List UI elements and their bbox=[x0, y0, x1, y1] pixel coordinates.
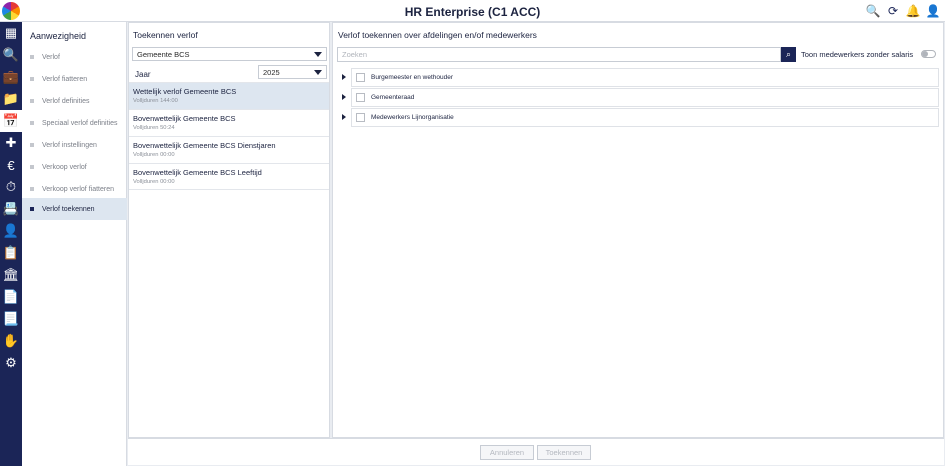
tree-checkbox[interactable] bbox=[356, 113, 365, 122]
list-item-subtitle: Volljduren 144:00 bbox=[133, 98, 178, 104]
nav-item-label: Verlof fiatteren bbox=[42, 75, 88, 83]
document-icon[interactable]: 📄 bbox=[0, 286, 22, 308]
tree-row-label: Medewerkers Lijnorganisatie bbox=[371, 114, 454, 121]
bullet-icon bbox=[30, 55, 34, 59]
document-list-icon[interactable]: 📃 bbox=[0, 308, 22, 330]
gear-icon[interactable]: ⚙ bbox=[0, 352, 22, 374]
grant-button[interactable]: Toekennen bbox=[537, 445, 591, 460]
organization-select-value: Gemeente BCS bbox=[137, 49, 190, 59]
year-label: Jaar bbox=[135, 70, 151, 79]
nav-item-verkoop-verlof-fiatteren[interactable]: Verkoop verlof fiatteren bbox=[22, 178, 127, 200]
list-item-title: Wettelijk verlof Gemeente BCS bbox=[133, 87, 237, 96]
nav-item-label: Verlof definities bbox=[42, 97, 90, 105]
assignment-panel: Verlof toekennen over afdelingen en/of m… bbox=[332, 22, 944, 438]
section-nav: Aanwezigheid Verlof Verlof fiatteren Ver… bbox=[22, 22, 127, 466]
tree-checkbox[interactable] bbox=[356, 73, 365, 82]
notification-bell-icon[interactable]: 🔔 bbox=[905, 3, 921, 19]
stopwatch-icon[interactable]: ⏱ bbox=[0, 176, 22, 198]
action-footer: Annuleren Toekennen bbox=[128, 438, 944, 465]
nav-item-verlof[interactable]: Verlof bbox=[22, 46, 127, 68]
toggle-label: Toon medewerkers zonder salaris bbox=[801, 50, 914, 59]
tree-row[interactable]: Gemeenteraad bbox=[351, 88, 939, 107]
briefcase-icon[interactable]: 💼 bbox=[0, 66, 22, 88]
expand-arrow-icon[interactable] bbox=[342, 94, 346, 100]
bullet-icon bbox=[30, 143, 34, 147]
user-icon[interactable]: 👤 bbox=[925, 3, 941, 19]
toggle-knob bbox=[922, 51, 928, 57]
nav-item-verlof-definities[interactable]: Verlof definities bbox=[22, 90, 127, 112]
refresh-screen-icon[interactable]: ⟳ bbox=[885, 3, 901, 19]
hand-money-icon[interactable]: ✋ bbox=[0, 330, 22, 352]
list-item-title: Bovenwettelijk Gemeente BCS Leeftijd bbox=[133, 168, 262, 177]
tree-row[interactable]: Burgemeester en wethouder bbox=[351, 68, 939, 87]
leave-type-panel: Toekennen verlof Gemeente BCS Jaar 2025 … bbox=[128, 22, 330, 438]
cancel-button[interactable]: Annuleren bbox=[480, 445, 534, 460]
nav-item-label: Verkoop verlof bbox=[42, 163, 87, 171]
year-select[interactable]: 2025 bbox=[258, 65, 327, 79]
bullet-icon bbox=[30, 77, 34, 81]
nav-item-speciaal-verlof-definities[interactable]: Speciaal verlof definities bbox=[22, 112, 127, 134]
list-item[interactable]: Wettelijk verlof Gemeente BCS Volljduren… bbox=[129, 82, 329, 109]
search-input[interactable]: Zoeken bbox=[337, 47, 781, 62]
chevron-down-icon bbox=[314, 70, 322, 75]
money-bag-icon[interactable]: € bbox=[0, 154, 22, 176]
calendar-icon[interactable]: 📅 bbox=[0, 110, 22, 132]
icon-sidebar: ▦ 🔍 💼 📁 📅 ✚ € ⏱ 📇 👤 📋 🏛 📄 📃 ✋ ⚙ bbox=[0, 22, 22, 466]
app-title: HR Enterprise (C1 ACC) bbox=[404, 5, 541, 19]
search-icon: ⌕ bbox=[785, 49, 792, 59]
list-item-subtitle: Volljduren 00:00 bbox=[133, 179, 175, 185]
list-item-subtitle: Volljduren 50:24 bbox=[133, 125, 175, 131]
tree-row-label: Gemeenteraad bbox=[371, 94, 415, 101]
list-item-title: Bovenwettelijk Gemeente BCS bbox=[133, 114, 236, 123]
expand-arrow-icon[interactable] bbox=[342, 114, 346, 120]
search-person-icon[interactable]: 🔍 bbox=[865, 3, 881, 19]
list-item[interactable]: Bovenwettelijk Gemeente BCS Volljduren 5… bbox=[129, 109, 329, 136]
nav-item-label: Verlof toekennen bbox=[42, 205, 95, 213]
nav-item-verlof-fiatteren[interactable]: Verlof fiatteren bbox=[22, 68, 127, 90]
nav-item-verlof-instellingen[interactable]: Verlof instellingen bbox=[22, 134, 127, 156]
panel-title: Verlof toekennen over afdelingen en/of m… bbox=[338, 30, 537, 40]
top-bar: HR Enterprise (C1 ACC) 🔍 ⟳ 🔔 👤 bbox=[0, 0, 945, 22]
nav-item-label: Verkoop verlof fiatteren bbox=[42, 185, 114, 193]
list-item[interactable]: Bovenwettelijk Gemeente BCS Leeftijd Vol… bbox=[129, 163, 329, 190]
nav-item-verkoop-verlof[interactable]: Verkoop verlof bbox=[22, 156, 127, 178]
bullet-icon bbox=[30, 187, 34, 191]
top-toolbar: 🔍 ⟳ 🔔 👤 bbox=[865, 3, 941, 19]
search-icon[interactable]: 🔍 bbox=[0, 44, 22, 66]
section-title: Aanwezigheid bbox=[30, 31, 87, 41]
nav-item-label: Verlof bbox=[42, 53, 60, 61]
bullet-icon bbox=[30, 207, 34, 211]
dashboard-icon[interactable]: ▦ bbox=[0, 22, 22, 44]
building-icon[interactable]: 🏛 bbox=[0, 264, 22, 286]
search-button[interactable]: ⌕ bbox=[781, 47, 796, 62]
medical-kit-icon[interactable]: ✚ bbox=[0, 132, 22, 154]
tree-row[interactable]: Medewerkers Lijnorganisatie bbox=[351, 108, 939, 127]
id-card-icon[interactable]: 📇 bbox=[0, 198, 22, 220]
chevron-down-icon bbox=[314, 52, 322, 57]
expand-arrow-icon[interactable] bbox=[342, 74, 346, 80]
folder-icon[interactable]: 📁 bbox=[0, 88, 22, 110]
year-select-value: 2025 bbox=[263, 67, 280, 77]
tree-row-label: Burgemeester en wethouder bbox=[371, 74, 454, 81]
bullet-icon bbox=[30, 165, 34, 169]
nav-item-verlof-toekennen[interactable]: Verlof toekennen bbox=[22, 198, 127, 220]
person-icon[interactable]: 👤 bbox=[0, 220, 22, 242]
show-without-salary-toggle[interactable] bbox=[921, 50, 936, 58]
nav-item-label: Verlof instellingen bbox=[42, 141, 97, 149]
nav-item-label: Speciaal verlof definities bbox=[42, 119, 118, 127]
panel-title: Toekennen verlof bbox=[133, 30, 198, 40]
tree-checkbox[interactable] bbox=[356, 93, 365, 102]
list-item[interactable]: Bovenwettelijk Gemeente BCS Dienstjaren … bbox=[129, 136, 329, 163]
badge-icon[interactable]: 📋 bbox=[0, 242, 22, 264]
bullet-icon bbox=[30, 99, 34, 103]
bullet-icon bbox=[30, 121, 34, 125]
list-item-title: Bovenwettelijk Gemeente BCS Dienstjaren bbox=[133, 141, 276, 150]
list-item-subtitle: Volljduren 00:00 bbox=[133, 152, 175, 158]
organization-select[interactable]: Gemeente BCS bbox=[132, 47, 327, 61]
